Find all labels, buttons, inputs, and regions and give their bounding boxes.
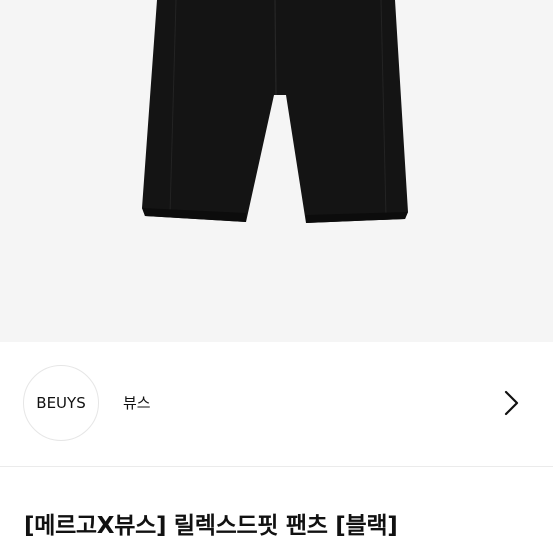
brand-row[interactable]: BEUYS 뷰스 xyxy=(0,342,553,467)
black-pants-image xyxy=(142,0,408,223)
brand-logo-text: BEUYS xyxy=(36,394,86,412)
product-title: [메르고X뷰스] 릴렉스드핏 팬츠 [블랙] xyxy=(24,513,398,539)
brand-logo[interactable]: BEUYS xyxy=(23,365,99,441)
product-image[interactable] xyxy=(0,0,553,342)
brand-name[interactable]: 뷰스 xyxy=(123,392,151,413)
chevron-right-icon[interactable] xyxy=(498,390,524,416)
